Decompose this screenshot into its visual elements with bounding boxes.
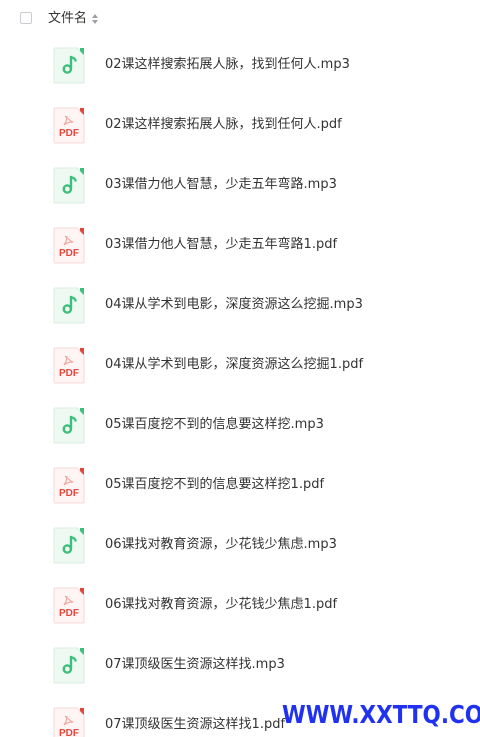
svg-text:PDF: PDF (59, 728, 79, 737)
svg-text:PDF: PDF (59, 248, 79, 259)
file-row[interactable]: PDF 06课找对教育资源，少花钱少焦虑1.pdf (0, 575, 480, 635)
file-row[interactable]: 02课这样搜索拓展人脉，找到任何人.mp3 (0, 35, 480, 95)
pdf-file-icon: PDF (53, 707, 85, 737)
file-name[interactable]: 06课找对教育资源，少花钱少焦虑1.pdf (105, 597, 337, 613)
svg-text:PDF: PDF (59, 608, 79, 619)
file-row[interactable]: PDF 04课从学术到电影，深度资源这么挖掘1.pdf (0, 335, 480, 395)
filename-column-header[interactable]: 文件名 (48, 11, 87, 27)
file-name[interactable]: 04课从学术到电影，深度资源这么挖掘1.pdf (105, 357, 363, 373)
file-name[interactable]: 02课这样搜索拓展人脉，找到任何人.mp3 (105, 57, 350, 73)
file-row[interactable]: 03课借力他人智慧，少走五年弯路.mp3 (0, 155, 480, 215)
file-name[interactable]: 05课百度挖不到的信息要这样挖1.pdf (105, 477, 324, 493)
file-row[interactable]: PDF 03课借力他人智慧，少走五年弯路1.pdf (0, 215, 480, 275)
select-all-checkbox[interactable] (20, 12, 32, 24)
file-row[interactable]: 05课百度挖不到的信息要这样挖.mp3 (0, 395, 480, 455)
music-file-icon (53, 407, 85, 444)
file-row[interactable]: 06课找对教育资源，少花钱少焦虑.mp3 (0, 515, 480, 575)
file-name[interactable]: 07课顶级医生资源这样找.mp3 (105, 657, 285, 673)
file-row[interactable]: PDF 05课百度挖不到的信息要这样挖1.pdf (0, 455, 480, 515)
file-name[interactable]: 07课顶级医生资源这样找1.pdf (105, 717, 285, 733)
file-row[interactable]: 07课顶级医生资源这样找.mp3 (0, 635, 480, 695)
list-header: 文件名 (0, 0, 480, 38)
file-row[interactable]: 04课从学术到电影，深度资源这么挖掘.mp3 (0, 275, 480, 335)
file-list: 02课这样搜索拓展人脉，找到任何人.mp3 PDF 02课这样搜索拓展人脉，找到任何… (0, 35, 480, 737)
file-name[interactable]: 03课借力他人智慧，少走五年弯路1.pdf (105, 237, 337, 253)
file-row[interactable]: PDF 02课这样搜索拓展人脉，找到任何人.pdf (0, 95, 480, 155)
watermark-text: WWW.XXTTQ.COM (282, 700, 480, 729)
pdf-file-icon: PDF (53, 587, 85, 624)
file-name[interactable]: 06课找对教育资源，少花钱少焦虑.mp3 (105, 537, 337, 553)
svg-text:PDF: PDF (59, 368, 79, 379)
svg-text:PDF: PDF (59, 128, 79, 139)
pdf-file-icon: PDF (53, 107, 85, 144)
pdf-file-icon: PDF (53, 347, 85, 384)
pdf-file-icon: PDF (53, 227, 85, 264)
pdf-file-icon: PDF (53, 467, 85, 504)
file-name[interactable]: 03课借力他人智慧，少走五年弯路.mp3 (105, 177, 337, 193)
file-name[interactable]: 02课这样搜索拓展人脉，找到任何人.pdf (105, 117, 342, 133)
file-name[interactable]: 05课百度挖不到的信息要这样挖.mp3 (105, 417, 324, 433)
music-file-icon (53, 647, 85, 684)
file-name[interactable]: 04课从学术到电影，深度资源这么挖掘.mp3 (105, 297, 363, 313)
svg-text:PDF: PDF (59, 488, 79, 499)
music-file-icon (53, 47, 85, 84)
file-list-page: 文件名 02课这样搜索拓展人脉，找到任何人.mp3 PDF 02课这样搜索拓展人脉，… (0, 0, 480, 737)
music-file-icon (53, 527, 85, 564)
music-file-icon (53, 167, 85, 204)
music-file-icon (53, 287, 85, 324)
sort-icon[interactable] (91, 13, 99, 25)
